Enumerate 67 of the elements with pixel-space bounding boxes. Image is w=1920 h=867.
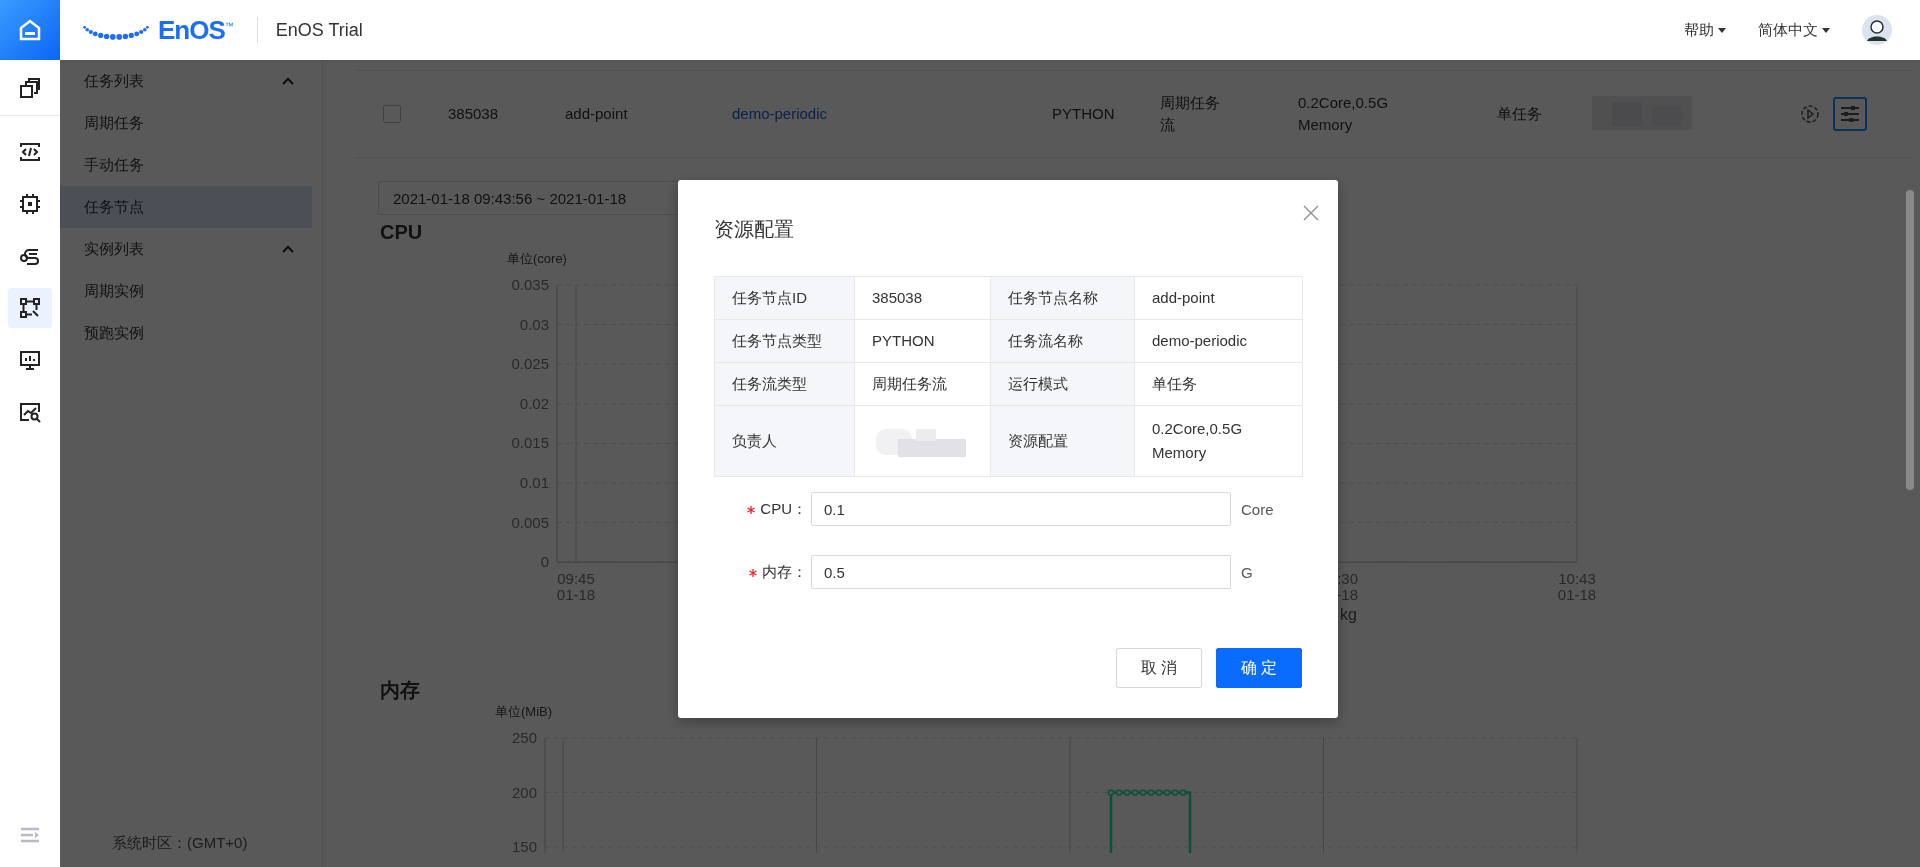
field-label: CPU： — [760, 499, 807, 517]
dialog-title: 资源配置 — [714, 217, 794, 242]
info-label: 任务流名称 — [991, 320, 1135, 363]
close-icon — [1302, 204, 1320, 222]
menu-item[interactable]: 手动任务 — [60, 144, 312, 186]
close-button[interactable] — [1302, 204, 1320, 222]
table-cell-text: 385038 — [448, 104, 500, 124]
input-field[interactable]: 0.1 — [811, 492, 1231, 526]
chart-search-icon — [19, 401, 41, 423]
home-icon — [18, 18, 42, 42]
rail-item[interactable] — [8, 288, 52, 328]
menu-group[interactable]: 实例列表 — [60, 228, 312, 270]
field-label: 内存： — [762, 562, 807, 580]
info-value: demo-periodic — [1135, 320, 1303, 363]
cancel-button[interactable]: 取 消 — [1116, 648, 1202, 688]
menu-dropdown[interactable]: 简体中文 — [1758, 20, 1830, 40]
input-field[interactable]: 0.5 — [811, 555, 1231, 589]
menu-dropdown[interactable]: 帮助 — [1684, 20, 1726, 40]
confirm-button[interactable]: 确 定 — [1216, 648, 1302, 688]
legend-label: kg — [1340, 606, 1357, 624]
menu-item[interactable]: 预跑实例 — [60, 312, 312, 354]
info-label: 任务节点名称 — [991, 277, 1135, 320]
chart-title: CPU — [380, 220, 423, 245]
menu-collapse-icon — [20, 827, 40, 843]
product-name: EnOS Trial — [275, 19, 363, 41]
avatar[interactable] — [1862, 15, 1892, 45]
home-button[interactable] — [0, 0, 60, 60]
table-cell-text: PYTHON — [1052, 104, 1116, 124]
group-label: 任务列表 — [84, 71, 144, 91]
info-value: add-point — [1135, 277, 1303, 320]
run-icon — [1800, 104, 1820, 124]
table-cell-text: add-point — [565, 104, 629, 124]
stack-icon — [19, 78, 41, 100]
menu-item[interactable]: 周期实例 — [60, 270, 312, 312]
logo: EnOS$^{™}$ — [158, 14, 233, 46]
info-value: 单任务 — [1135, 363, 1303, 406]
info-label: 任务节点类型 — [715, 320, 855, 363]
chip-icon — [19, 193, 41, 215]
axis-unit: 单位(MiB) — [495, 704, 553, 719]
menu-group[interactable]: 任务列表 — [60, 60, 312, 102]
flow-link[interactable]: demo-periodic — [732, 103, 1052, 125]
info-label: 资源配置 — [991, 406, 1135, 477]
info-label: 任务节点ID — [715, 277, 855, 320]
table-cell-text: 0.2Core,0.5G Memory — [1298, 93, 1390, 135]
timezone-label: 系统时区：(GMT+0) — [111, 834, 249, 853]
info-label: 负责人 — [715, 406, 855, 477]
resource-button[interactable] — [1833, 97, 1867, 131]
info-label: 任务流类型 — [715, 363, 855, 406]
group-label: 实例列表 — [84, 239, 144, 259]
code-icon — [19, 142, 41, 162]
chevron-up-icon — [282, 245, 294, 253]
scrollbar[interactable] — [1906, 190, 1914, 490]
table-cell-text: 单任务 — [1497, 104, 1543, 124]
monitor-icon — [19, 349, 41, 371]
menu-item[interactable]: 周期任务 — [60, 102, 312, 144]
info-value: 0.2Core,0.5G Memory — [1135, 406, 1303, 477]
nodes-icon — [19, 297, 41, 319]
axis-unit: 单位(core) — [507, 251, 567, 266]
unit-label: Core — [1241, 500, 1274, 518]
row-checkbox[interactable] — [383, 105, 401, 123]
unit-label: G — [1241, 563, 1253, 581]
table-cell-text: 周期任务流 — [1160, 93, 1221, 135]
menu-item[interactable]: 任务节点 — [60, 186, 312, 228]
info-label: 运行模式 — [991, 363, 1135, 406]
chevron-up-icon — [282, 77, 294, 85]
chart-title: 内存 — [380, 678, 420, 703]
sliders-icon — [1839, 104, 1861, 124]
